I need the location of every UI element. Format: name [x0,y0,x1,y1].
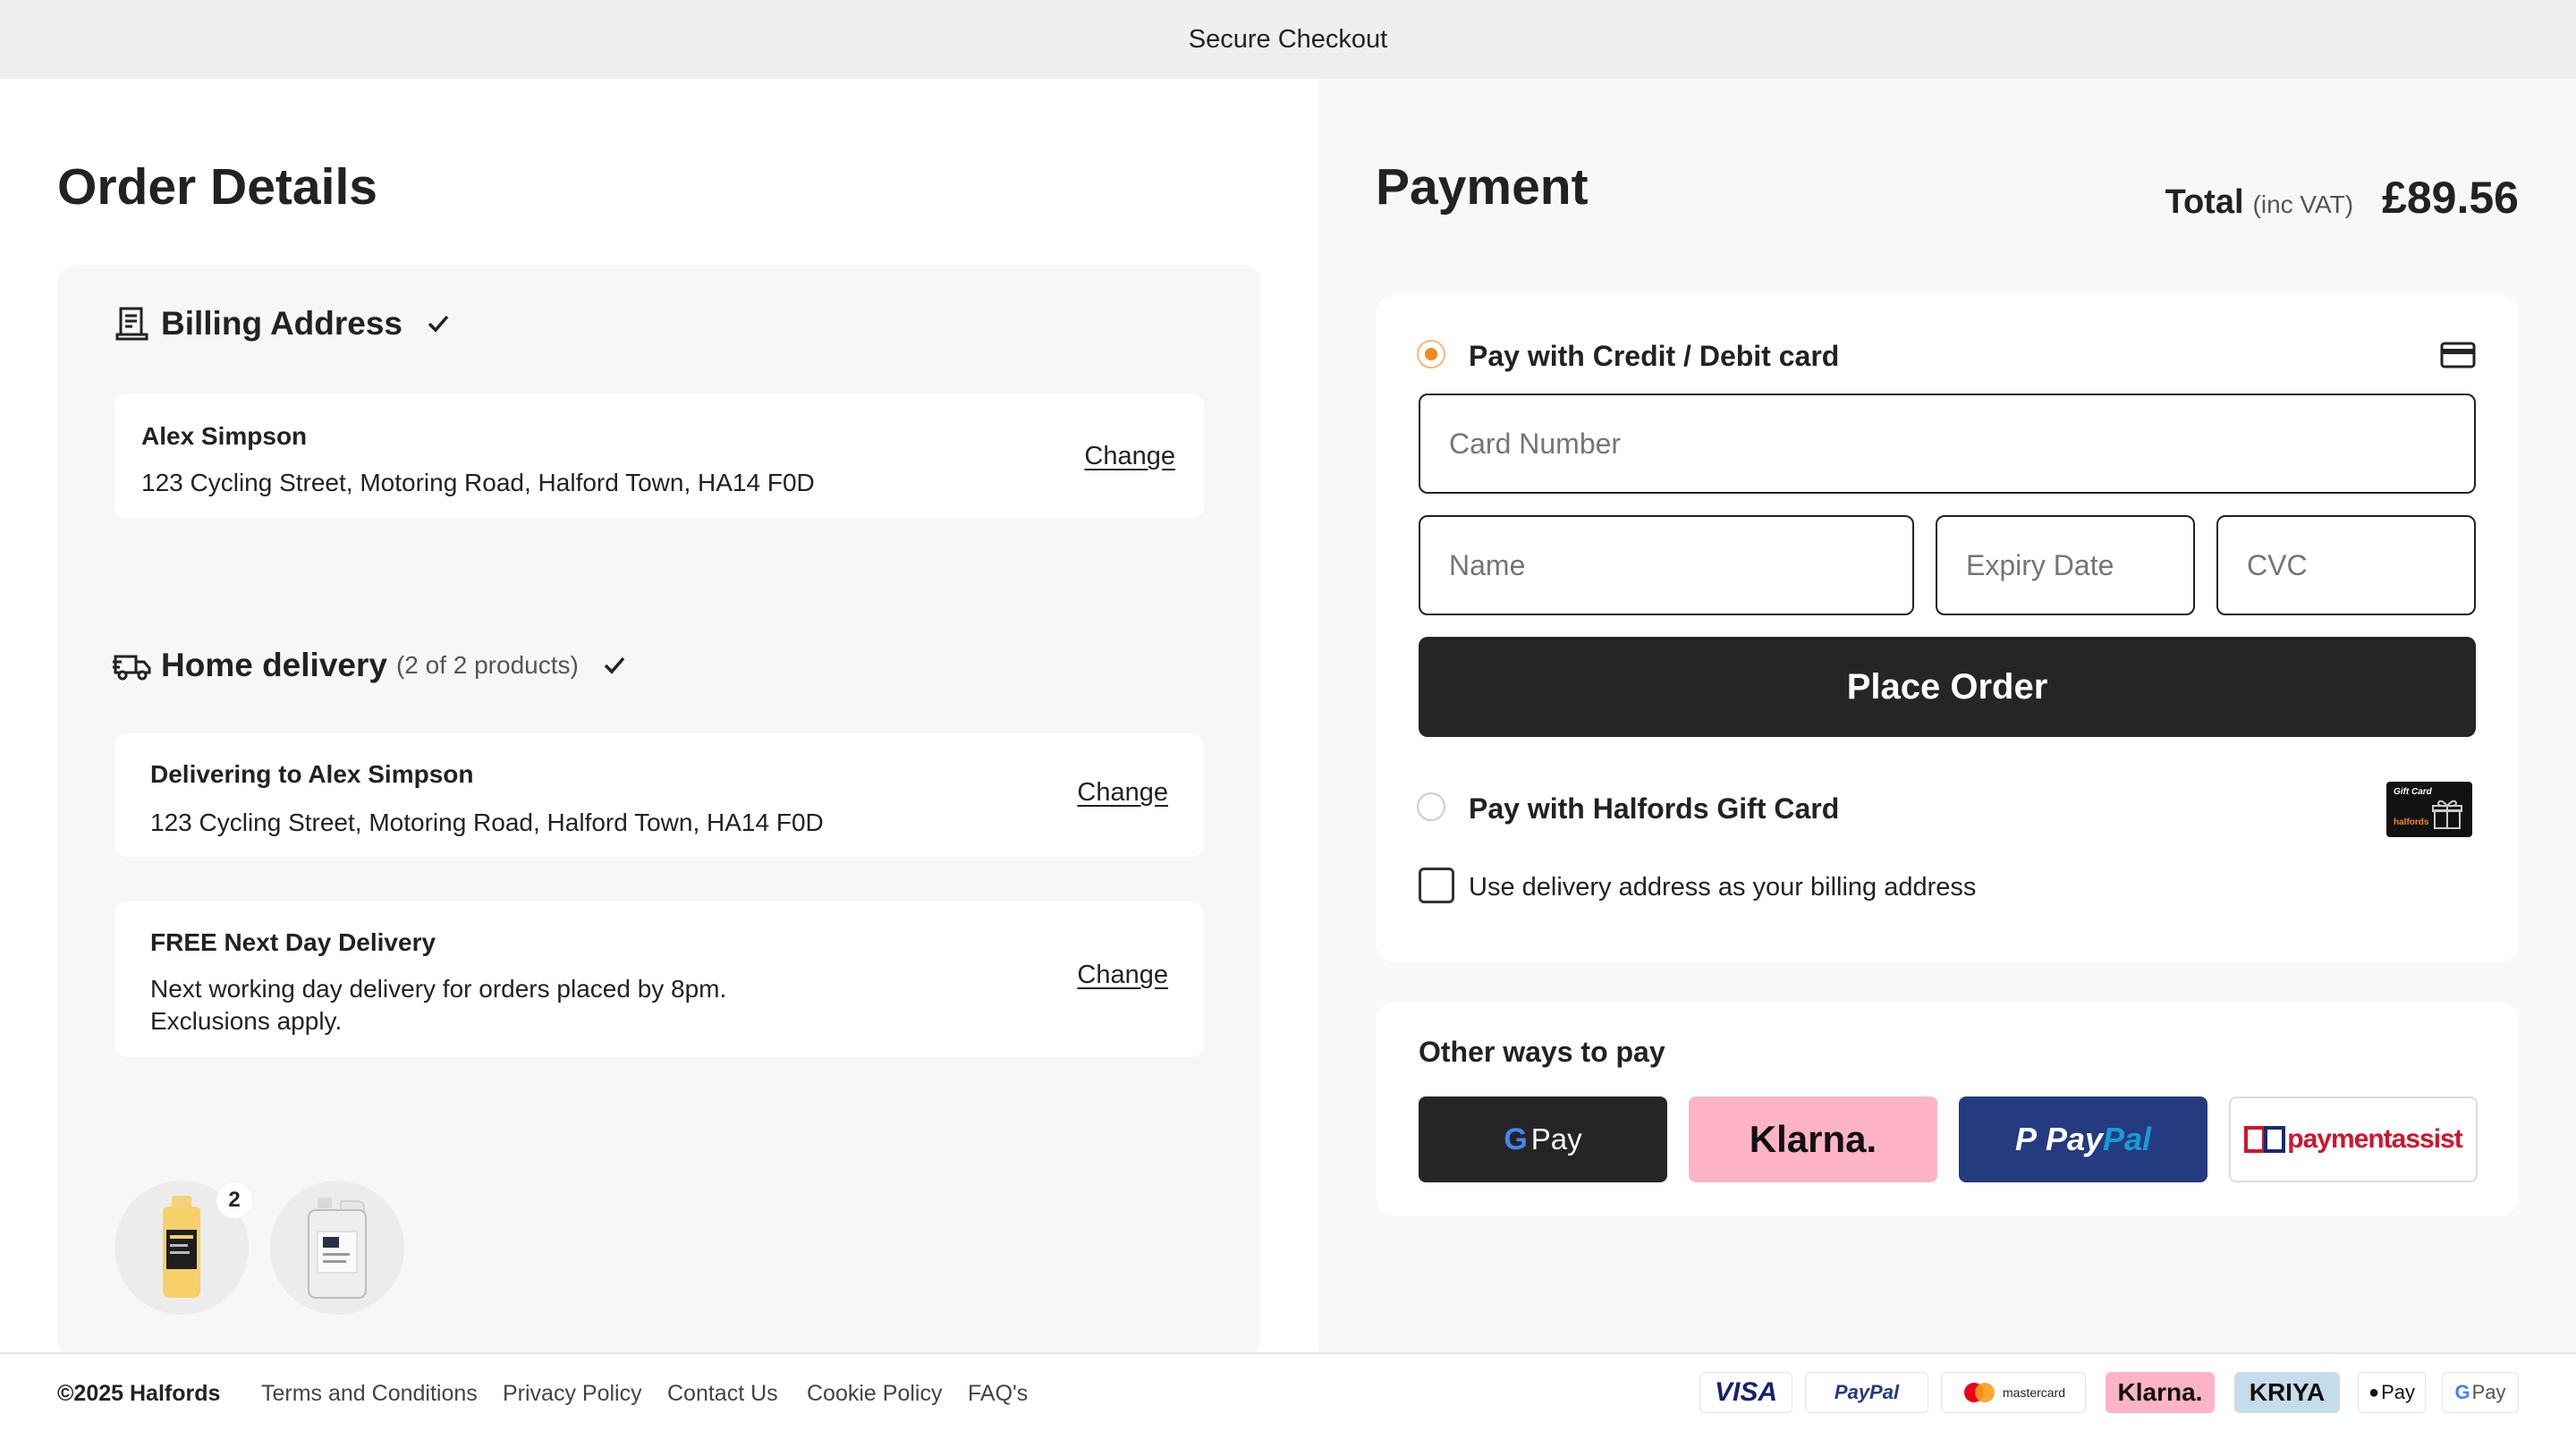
billing-name: Alex Simpson [141,422,308,450]
order-details-column: Order Details Billing Address Alex Simps… [0,79,1318,1358]
cvc-input[interactable] [2216,515,2476,615]
card-number-input[interactable] [1419,394,2476,494]
header-title: Secure Checkout [1188,24,1388,54]
receipt-icon [113,304,152,343]
billing-title-text: Billing Address [161,305,403,342]
delivery-method-line2: Exclusions apply. [150,1007,343,1035]
footer-link-cookie[interactable]: Cookie Policy [807,1381,942,1407]
apple-pay-logo: ● Pay [2358,1372,2426,1413]
place-order-button[interactable]: Place Order [1419,637,2476,737]
klarna-button[interactable]: Klarna. [1689,1097,1937,1182]
gift-card-text: Gift Card [2394,787,2432,797]
delivery-method-line1: Next working day delivery for orders pla… [150,975,727,1003]
google-pay-logo-text: Pay [2471,1381,2506,1403]
billing-address-card: Alex Simpson 123 Cycling Street, Motorin… [114,394,1204,519]
home-delivery-panel: Home delivery (2 of 2 products) Deliveri… [57,605,1261,1358]
mastercard-text: mastercard [2002,1385,2066,1400]
card-payment-radio[interactable] [1417,340,1445,368]
expiry-date-input[interactable] [1936,515,2195,615]
check-icon [426,311,451,336]
apple-pay-text: Pay [2381,1381,2415,1403]
gift-card-brand: halfords [2394,817,2429,827]
bottle-product-image [163,1196,200,1298]
delivery-method-title: FREE Next Day Delivery [150,928,436,956]
payment-column: Payment Total (inc VAT) £89.56 Pay with … [1318,79,2576,1355]
other-ways-to-pay-panel: Other ways to pay G Pay Klarna. P Pay Pa… [1376,1002,2519,1216]
delivery-truck-icon [113,646,152,685]
paypal-p-icon: P [2014,1121,2037,1157]
billing-address-checkbox-label[interactable]: Use delivery address as your billing add… [1469,873,1976,902]
google-g-icon: G [2454,1381,2470,1403]
checkout-header: Secure Checkout [0,0,2576,79]
cardholder-name-input[interactable] [1419,515,1914,615]
google-pay-logo: G Pay [2442,1372,2519,1413]
delivering-to-label: Delivering to Alex Simpson [150,760,474,788]
google-pay-text: Pay [1530,1122,1582,1156]
klarna-text: Klarna. [1749,1118,1877,1160]
other-ways-title: Other ways to pay [1419,1036,1665,1068]
total-vat-note: (inc VAT) [2252,191,2354,218]
billing-address-title: Billing Address [113,304,451,343]
card-payment-label[interactable]: Pay with Credit / Debit card [1469,340,1839,373]
paymentassist-text: paymentassist [2287,1124,2462,1154]
billing-address-checkbox[interactable] [1419,868,1454,903]
total-label: Total [2165,183,2244,221]
footer: ©2025 Halfords Terms and Conditions Priv… [0,1352,2576,1431]
gift-icon [2432,800,2462,829]
mastercard-circles-icon [1963,1383,1995,1402]
gift-card-label[interactable]: Pay with Halfords Gift Card [1469,792,1839,826]
footer-link-privacy[interactable]: Privacy Policy [503,1381,642,1407]
gift-card-radio[interactable] [1417,792,1445,821]
order-details-heading: Order Details [57,158,377,216]
paypal-text-2: Pal [2103,1121,2152,1157]
delivery-address-text: 123 Cycling Street, Motoring Road, Halfo… [150,809,824,836]
copyright: ©2025 Halfords [57,1381,221,1406]
klarna-logo: Klarna. [2106,1372,2215,1413]
delivery-change-link[interactable]: Change [1077,778,1168,808]
footer-link-faq[interactable]: FAQ's [968,1381,1028,1407]
google-g-icon: G [1504,1122,1528,1156]
paypal-button[interactable]: P Pay Pal [1959,1097,2207,1182]
visa-logo: VISA [1699,1372,1792,1413]
kriya-logo: KRIYA [2234,1372,2340,1413]
total-amount: £89.56 [2382,173,2519,223]
delivery-title-text: Home delivery [161,647,387,683]
check-icon [602,653,627,678]
jerrycan-product-image [308,1198,367,1299]
apple-icon: ● [2368,1382,2380,1402]
paypal-text-1: Pay [2045,1121,2104,1157]
delivery-address-card: Delivering to Alex Simpson 123 Cycling S… [114,733,1204,857]
order-total: Total (inc VAT) £89.56 [2165,172,2519,224]
paypal-logo: PayPal [1805,1372,1928,1413]
halfords-gift-card-image: Gift Card halfords [2386,782,2472,837]
delivery-method-card: FREE Next Day Delivery Next working day … [114,902,1204,1057]
delivery-product-count: (2 of 2 products) [395,651,579,679]
footer-link-contact[interactable]: Contact Us [667,1381,778,1407]
payment-methods-panel: Pay with Credit / Debit card Place Order… [1376,295,2519,962]
billing-address-text: 123 Cycling Street, Motoring Road, Halfo… [141,469,815,496]
billing-change-link[interactable]: Change [1084,442,1175,471]
paymentassist-icon [2244,1126,2286,1153]
paymentassist-button[interactable]: paymentassist [2229,1097,2478,1182]
product-thumbnail-jerrycan[interactable] [270,1181,404,1315]
mastercard-logo: mastercard [1941,1372,2086,1413]
credit-card-icon [2440,336,2476,372]
product-quantity-badge: 2 [216,1182,252,1218]
delivery-method-change-link[interactable]: Change [1077,961,1168,990]
google-pay-button[interactable]: G Pay [1419,1097,1667,1182]
billing-address-panel: Billing Address Alex Simpson 123 Cycling… [57,265,1261,640]
home-delivery-title: Home delivery (2 of 2 products) [113,646,627,685]
payment-heading: Payment [1376,158,1589,216]
footer-link-terms[interactable]: Terms and Conditions [261,1381,478,1407]
